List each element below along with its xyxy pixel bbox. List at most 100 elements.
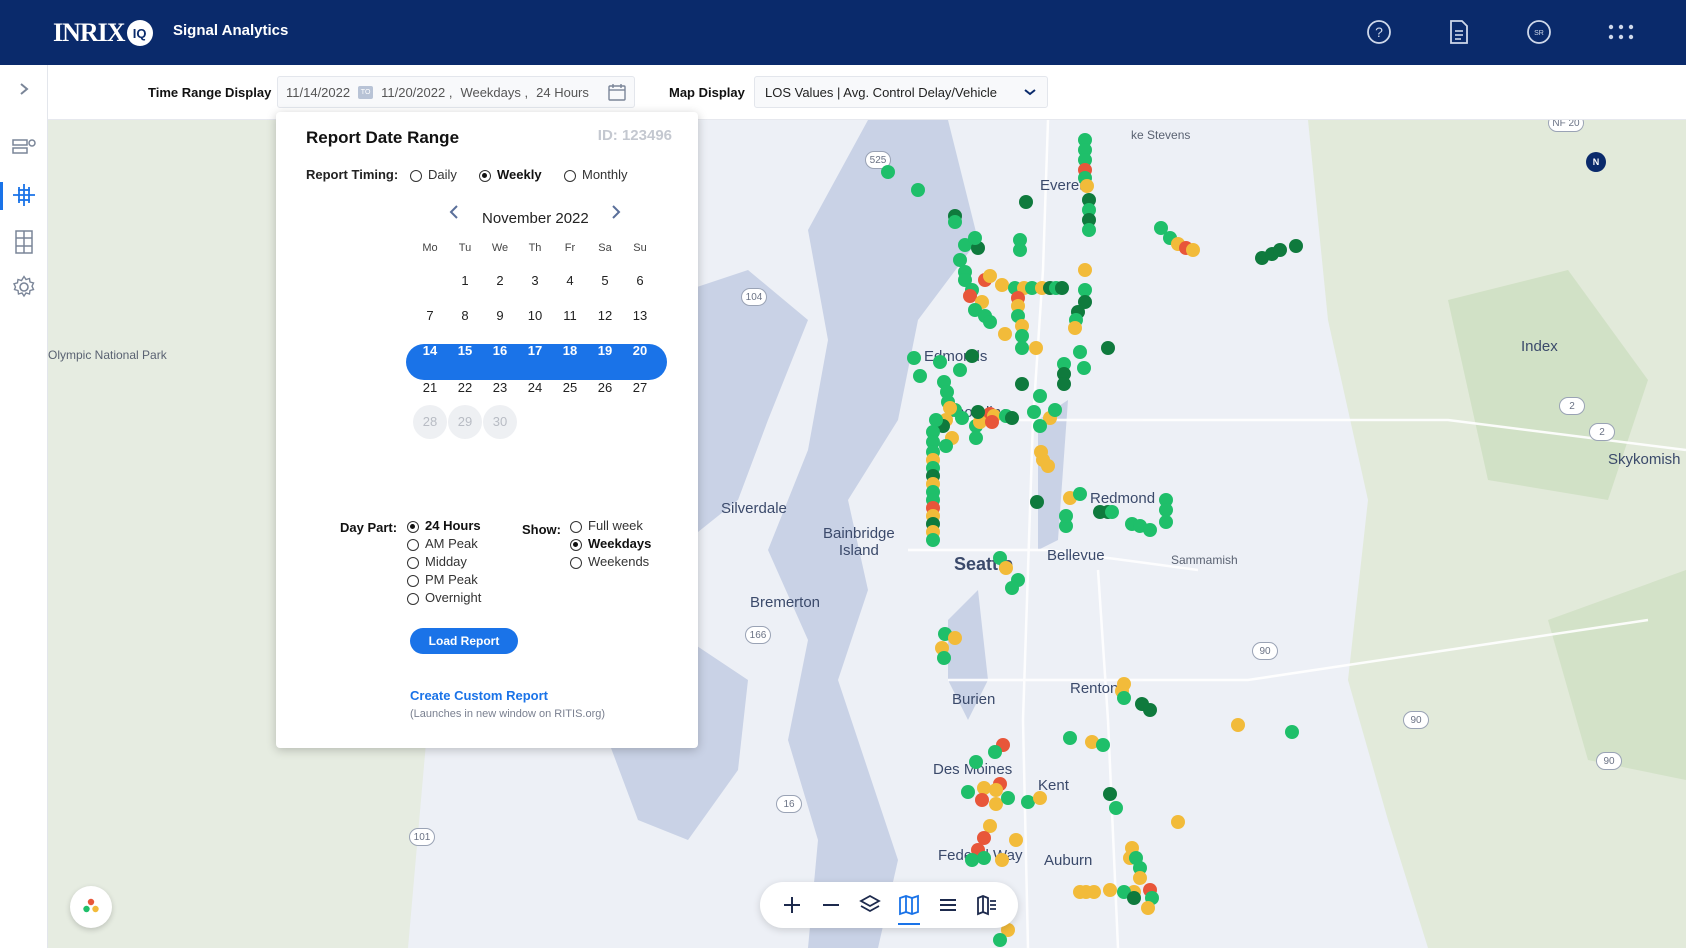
list-icon[interactable] bbox=[934, 891, 962, 919]
day-part-radio[interactable] bbox=[407, 520, 419, 533]
signal-marker[interactable] bbox=[1289, 239, 1303, 253]
calendar-day[interactable]: 10 bbox=[518, 299, 552, 333]
signal-marker[interactable] bbox=[939, 439, 953, 453]
timing-option-daily[interactable]: Daily bbox=[410, 167, 457, 182]
signal-marker[interactable] bbox=[1013, 243, 1027, 257]
signal-marker[interactable] bbox=[1073, 487, 1087, 501]
signal-marker[interactable] bbox=[1078, 263, 1092, 277]
calendar-day[interactable]: 7 bbox=[413, 299, 447, 333]
radio-daily[interactable] bbox=[410, 169, 422, 182]
signal-marker[interactable] bbox=[907, 351, 921, 365]
calendar-day[interactable]: 20 bbox=[623, 334, 657, 368]
signal-marker[interactable] bbox=[1015, 341, 1029, 355]
signal-marker[interactable] bbox=[1005, 581, 1019, 595]
signal-marker[interactable] bbox=[1009, 833, 1023, 847]
calendar-day[interactable]: 19 bbox=[588, 334, 622, 368]
time-range-field[interactable]: 11/14/2022 TO 11/20/2022 , Weekdays , 24… bbox=[277, 76, 635, 108]
signal-marker[interactable] bbox=[971, 405, 985, 419]
calendar-day[interactable]: 21 bbox=[413, 371, 447, 405]
signal-marker[interactable] bbox=[881, 165, 895, 179]
signal-marker[interactable] bbox=[977, 851, 991, 865]
calendar-day[interactable]: 27 bbox=[623, 371, 657, 405]
calendar-day[interactable]: 22 bbox=[448, 371, 482, 405]
day-part-radio[interactable] bbox=[407, 592, 419, 605]
calendar-day[interactable]: 25 bbox=[553, 371, 587, 405]
day-part-radio[interactable] bbox=[407, 574, 419, 587]
signal-marker[interactable] bbox=[1048, 403, 1062, 417]
calendar-day[interactable]: 8 bbox=[448, 299, 482, 333]
show-radio[interactable] bbox=[570, 538, 582, 551]
signal-marker[interactable] bbox=[1129, 851, 1143, 865]
day-part-option[interactable]: AM Peak bbox=[407, 536, 478, 551]
signal-marker[interactable] bbox=[985, 415, 999, 429]
signal-marker[interactable] bbox=[1057, 377, 1071, 391]
calendar-day[interactable]: 4 bbox=[553, 264, 587, 298]
signal-marker[interactable] bbox=[1273, 243, 1287, 257]
radio-monthly[interactable] bbox=[564, 169, 576, 182]
calendar-day[interactable]: 23 bbox=[483, 371, 517, 405]
zoom-in-icon[interactable] bbox=[778, 891, 806, 919]
calendar-day[interactable]: 26 bbox=[588, 371, 622, 405]
show-option[interactable]: Full week bbox=[570, 518, 643, 533]
map-icon[interactable] bbox=[895, 891, 923, 925]
calendar-day[interactable]: 6 bbox=[623, 264, 657, 298]
signal-marker[interactable] bbox=[943, 401, 957, 415]
day-part-option[interactable]: Overnight bbox=[407, 590, 481, 605]
signal-marker[interactable] bbox=[953, 363, 967, 377]
next-month-icon[interactable] bbox=[610, 204, 622, 225]
signal-marker[interactable] bbox=[1285, 725, 1299, 739]
calendar-day[interactable]: 3 bbox=[518, 264, 552, 298]
signal-marker[interactable] bbox=[1105, 505, 1119, 519]
signal-marker[interactable] bbox=[969, 755, 983, 769]
map-legend-icon[interactable] bbox=[973, 891, 1001, 919]
signal-marker[interactable] bbox=[1103, 787, 1117, 801]
signal-marker[interactable] bbox=[1019, 195, 1033, 209]
signal-marker[interactable] bbox=[999, 561, 1013, 575]
apps-grid-icon[interactable] bbox=[1606, 17, 1636, 47]
signal-marker[interactable] bbox=[937, 651, 951, 665]
show-option[interactable]: Weekdays bbox=[570, 536, 651, 551]
signal-marker[interactable] bbox=[1027, 405, 1041, 419]
calendar-day[interactable]: 5 bbox=[588, 264, 622, 298]
signal-marker[interactable] bbox=[995, 853, 1009, 867]
signal-marker[interactable] bbox=[913, 369, 927, 383]
calendar-day[interactable]: 1 bbox=[448, 264, 482, 298]
signal-marker[interactable] bbox=[926, 533, 940, 547]
day-part-radio[interactable] bbox=[407, 538, 419, 551]
settings-gear-icon[interactable] bbox=[8, 271, 40, 303]
calendar-day[interactable]: 16 bbox=[483, 334, 517, 368]
prev-month-icon[interactable] bbox=[448, 204, 460, 225]
day-part-option[interactable]: Midday bbox=[407, 554, 467, 569]
timing-option-monthly[interactable]: Monthly bbox=[564, 167, 628, 182]
map-display-select[interactable]: LOS Values | Avg. Control Delay/Vehicle bbox=[754, 76, 1048, 108]
signal-marker[interactable] bbox=[1082, 223, 1096, 237]
zoom-out-icon[interactable] bbox=[817, 891, 845, 919]
signal-marker[interactable] bbox=[1059, 509, 1073, 523]
calendar-day[interactable]: 18 bbox=[553, 334, 587, 368]
legend-toggle-button[interactable] bbox=[70, 886, 112, 928]
calendar-day[interactable]: 15 bbox=[448, 334, 482, 368]
calendar-icon[interactable] bbox=[608, 83, 626, 104]
dashboard-icon[interactable] bbox=[8, 131, 40, 163]
north-arrow-icon[interactable]: N bbox=[1586, 152, 1606, 172]
calendar-day[interactable]: 11 bbox=[553, 299, 587, 333]
show-option[interactable]: Weekends bbox=[570, 554, 649, 569]
load-report-button[interactable]: Load Report bbox=[410, 628, 518, 654]
signal-marker[interactable] bbox=[1073, 885, 1087, 899]
signal-marker[interactable] bbox=[1030, 495, 1044, 509]
signal-marker[interactable] bbox=[968, 231, 982, 245]
calendar-day[interactable]: 24 bbox=[518, 371, 552, 405]
calendar-day[interactable]: 12 bbox=[588, 299, 622, 333]
day-part-option[interactable]: PM Peak bbox=[407, 572, 478, 587]
signal-marker[interactable] bbox=[940, 385, 954, 399]
calendar-day[interactable]: 17 bbox=[518, 334, 552, 368]
signal-marker[interactable] bbox=[1171, 815, 1185, 829]
signal-map-icon[interactable] bbox=[8, 179, 40, 211]
day-part-radio[interactable] bbox=[407, 556, 419, 569]
timing-option-weekly[interactable]: Weekly bbox=[479, 167, 542, 182]
report-icon[interactable] bbox=[1444, 17, 1474, 47]
signal-marker[interactable] bbox=[995, 278, 1009, 292]
signal-marker[interactable] bbox=[1141, 901, 1155, 915]
signal-marker[interactable] bbox=[998, 327, 1012, 341]
signal-marker[interactable] bbox=[993, 933, 1007, 947]
